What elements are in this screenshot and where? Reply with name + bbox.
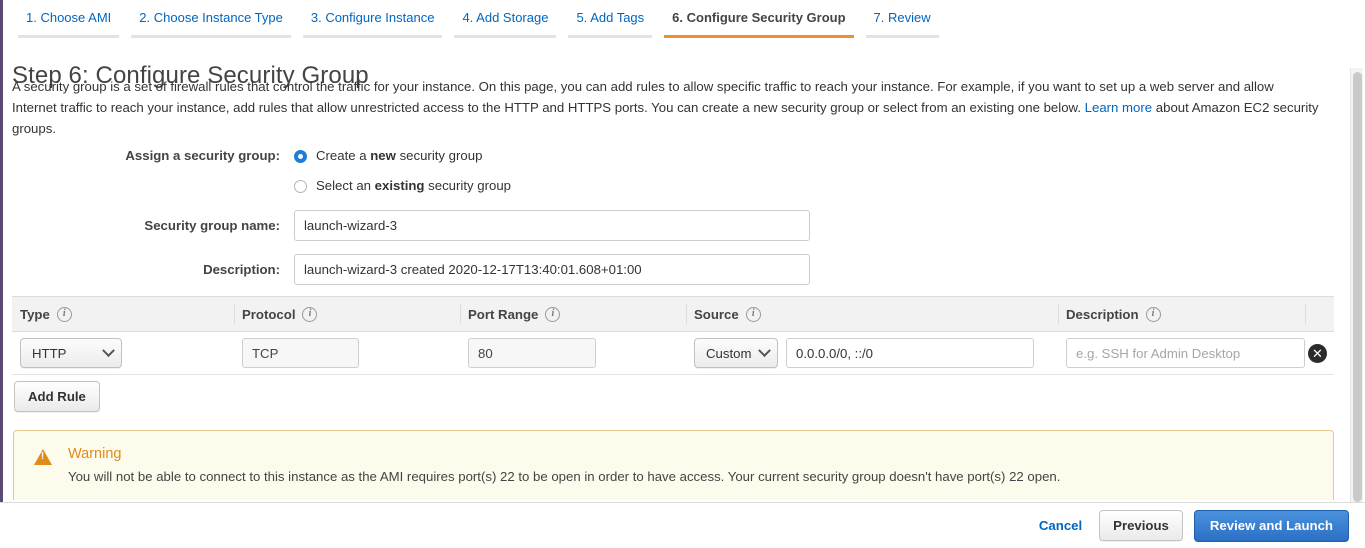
tab-choose-instance-type[interactable]: 2. Choose Instance Type	[125, 0, 297, 38]
cancel-button[interactable]: Cancel	[1033, 518, 1088, 533]
tab-label: 2. Choose Instance Type	[139, 10, 283, 25]
rule-type-value: HTTP	[32, 345, 67, 361]
tab-label: 6. Configure Security Group	[672, 10, 846, 25]
security-group-description-row: Description:	[0, 254, 810, 285]
rule-source-value-input[interactable]	[786, 338, 1034, 368]
rule-source-mode-select[interactable]: Custom	[694, 338, 778, 368]
tab-choose-ami[interactable]: 1. Choose AMI	[12, 0, 125, 38]
assign-security-group-options: Create a new security group Select an ex…	[294, 146, 511, 196]
add-rule-button[interactable]: Add Rule	[14, 381, 100, 412]
security-group-name-input[interactable]	[294, 210, 810, 241]
chevron-down-icon	[758, 343, 771, 357]
tab-label: 4. Add Storage	[462, 10, 549, 25]
cell-type: HTTP	[12, 332, 234, 375]
radio-option-select-existing[interactable]: Select an existing security group	[294, 176, 511, 196]
radio-new-suffix: security group	[395, 148, 483, 163]
tab-label: 5. Add Tags	[576, 10, 645, 25]
review-and-launch-button[interactable]: Review and Launch	[1193, 509, 1349, 542]
cell-port-range	[460, 332, 686, 375]
radio-existing-suffix: security group	[424, 178, 511, 193]
column-label: Port Range	[468, 306, 539, 322]
warning-title: Warning	[68, 446, 122, 462]
assign-security-group-row: Assign a security group: Create a new se…	[0, 146, 511, 196]
column-header-source: Source i	[686, 296, 1058, 332]
rule-port-range-input	[468, 338, 596, 368]
info-icon-protocol[interactable]: i	[302, 306, 318, 322]
rule-source-mode-value: Custom	[706, 345, 752, 361]
delete-rule-icon[interactable]: ✕	[1308, 343, 1327, 363]
tab-review[interactable]: 7. Review	[860, 0, 945, 38]
tab-add-storage[interactable]: 4. Add Storage	[448, 0, 562, 38]
radio-new-bold: new	[370, 148, 396, 163]
radio-existing-prefix: Select an	[316, 178, 375, 193]
column-label: Source	[694, 306, 739, 322]
security-group-name-label: Security group name:	[144, 218, 280, 233]
radio-option-create-new[interactable]: Create a new security group	[294, 146, 511, 166]
info-icon-source[interactable]: i	[745, 306, 761, 322]
table-header-row: Type i Protocol i Port Range i Source i …	[12, 296, 1334, 332]
column-header-protocol: Protocol i	[234, 296, 460, 332]
column-header-type: Type i	[12, 296, 234, 332]
tab-configure-instance[interactable]: 3. Configure Instance	[297, 0, 449, 38]
chevron-down-icon	[102, 343, 115, 357]
column-label: Protocol	[242, 306, 296, 322]
info-icon-description[interactable]: i	[1145, 306, 1161, 322]
table-row: HTTP Custom ✕	[12, 332, 1334, 375]
learn-more-link[interactable]: Learn more	[1085, 100, 1152, 115]
tab-add-tags[interactable]: 5. Add Tags	[562, 0, 658, 38]
warning-banner: Warning You will not be able to connect …	[13, 430, 1334, 500]
vertical-scrollbar[interactable]	[1350, 68, 1363, 510]
tab-label: 7. Review	[873, 10, 931, 25]
radio-new-prefix: Create a	[316, 148, 371, 163]
radio-create-new[interactable]	[294, 149, 307, 163]
assign-security-group-label: Assign a security group:	[125, 148, 280, 163]
column-label: Type	[20, 306, 50, 322]
info-icon-type[interactable]: i	[56, 306, 72, 322]
wizard-step-tabs: 1. Choose AMI 2. Choose Instance Type 3.…	[12, 0, 939, 38]
scrollbar-thumb[interactable]	[1353, 72, 1362, 502]
wizard-footer: Cancel Previous Review and Launch	[0, 502, 1365, 548]
cell-actions: ✕	[1305, 332, 1334, 375]
radio-existing-bold: existing	[374, 178, 425, 193]
cell-protocol	[234, 332, 460, 375]
rule-protocol-input	[242, 338, 359, 368]
radio-select-existing[interactable]	[294, 179, 307, 193]
page-intro: A security group is a set of firewall ru…	[12, 76, 1322, 139]
tab-label: 1. Choose AMI	[26, 10, 112, 25]
rule-description-input[interactable]	[1066, 338, 1305, 368]
column-header-description: Description i	[1058, 296, 1305, 332]
tab-configure-security-group[interactable]: 6. Configure Security Group	[658, 0, 859, 38]
security-group-description-label: Description:	[203, 262, 280, 277]
warning-text: You will not be able to connect to this …	[68, 469, 1061, 484]
radio-select-existing-label: Select an existing security group	[316, 178, 511, 194]
tab-label: 3. Configure Instance	[310, 10, 435, 25]
security-group-name-row: Security group name:	[0, 210, 810, 241]
column-header-port-range: Port Range i	[460, 296, 686, 332]
security-group-description-input[interactable]	[294, 254, 810, 285]
previous-button[interactable]: Previous	[1099, 510, 1183, 541]
warning-body: Warning You will not be able to connect …	[68, 445, 1060, 500]
ec2-launch-wizard-page: 1. Choose AMI 2. Choose Instance Type 3.…	[0, 0, 1365, 548]
warning-triangle-icon	[34, 449, 52, 465]
cell-source: Custom	[686, 332, 1058, 375]
rule-type-select[interactable]: HTTP	[20, 338, 122, 368]
radio-create-new-label: Create a new security group	[316, 148, 482, 164]
info-icon-port-range[interactable]: i	[545, 306, 561, 322]
cell-description	[1058, 332, 1305, 375]
column-label: Description	[1066, 306, 1139, 322]
security-rules-table: Type i Protocol i Port Range i Source i …	[12, 296, 1334, 375]
column-header-actions	[1305, 296, 1334, 332]
